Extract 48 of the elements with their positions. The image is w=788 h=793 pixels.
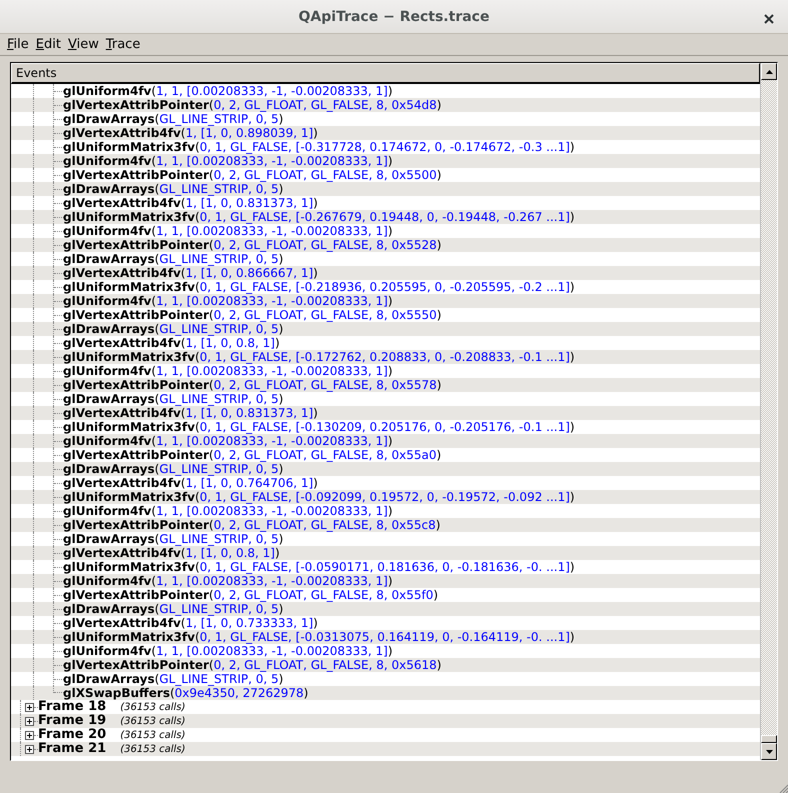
scroll-up-button[interactable]: [761, 63, 777, 80]
scroll-down-button[interactable]: [761, 743, 777, 760]
expand-icon[interactable]: [25, 702, 34, 712]
expand-icon[interactable]: [25, 716, 34, 726]
frame-label[interactable]: Frame 21: [38, 742, 106, 756]
call-entry[interactable]: glVertexAttribPointer(0, 2, GL_FLOAT, GL_FALSE, 8, 0x5500): [63, 168, 442, 182]
menu-item[interactable]: Edit: [32, 37, 65, 52]
menu-item[interactable]: View: [64, 37, 103, 52]
call-entry[interactable]: glVertexAttribPointer(0, 2, GL_FLOAT, GL_FALSE, 8, 0x55a0): [63, 448, 442, 462]
call-entry[interactable]: glVertexAttrib4fv(1, [1, 0, 0.764706, 1]): [63, 476, 318, 490]
menu-item[interactable]: Trace: [102, 37, 144, 52]
frame-label[interactable]: Frame 19: [38, 714, 106, 728]
call-entry[interactable]: glVertexAttrib4fv(1, [1, 0, 0.733333, 1]): [63, 616, 318, 630]
call-entry[interactable]: glVertexAttribPointer(0, 2, GL_FLOAT, GL_FALSE, 8, 0x55f0): [63, 588, 438, 602]
expand-icon[interactable]: [25, 744, 34, 754]
call-count: (36153 calls): [120, 716, 186, 726]
up-arrow-icon: [766, 70, 772, 74]
call-entry[interactable]: glUniform4fv(1, 1, [0.00208333, -1, -0.00208333, 1]): [63, 224, 393, 238]
call-count: (36153 calls): [120, 702, 186, 712]
window-title: QApiTrace − Rects.trace: [298, 8, 490, 24]
call-entry[interactable]: glUniform4fv(1, 1, [0.00208333, -1, -0.00208333, 1]): [63, 644, 393, 658]
call-count: (36153 calls): [120, 730, 186, 740]
call-entry[interactable]: glUniformMatrix3fv(0, 1, GL_FALSE, [-0.317728, 0.174672, 0, -0.174672, -0.3 ...1]): [63, 140, 575, 154]
column-header[interactable]: Events: [11, 63, 760, 84]
frame-label[interactable]: Frame 20: [38, 728, 106, 742]
frame-label[interactable]: Frame 18: [38, 700, 106, 714]
call-entry[interactable]: glUniform4fv(1, 1, [0.00208333, -1, -0.00208333, 1]): [63, 504, 393, 518]
close-icon[interactable]: [764, 14, 774, 24]
down-arrow-icon: [766, 750, 772, 754]
call-entry[interactable]: glUniformMatrix3fv(0, 1, GL_FALSE, [-0.218936, 0.205595, 0, -0.205595, -0.2 ...1]): [63, 280, 575, 294]
scroll-thumb[interactable]: [761, 735, 777, 743]
call-entry[interactable]: glUniform4fv(1, 1, [0.00208333, -1, -0.00208333, 1]): [63, 84, 393, 98]
call-entry[interactable]: glDrawArrays(GL_LINE_STRIP, 0, 5): [63, 392, 284, 406]
call-entry[interactable]: glUniformMatrix3fv(0, 1, GL_FALSE, [-0.130209, 0.205176, 0, -0.205176, -0.1 ...1]): [63, 420, 575, 434]
call-entry[interactable]: glDrawArrays(GL_LINE_STRIP, 0, 5): [63, 112, 284, 126]
resize-grip-icon[interactable]: [778, 783, 788, 793]
scrollbar[interactable]: [760, 63, 777, 760]
expand-icon[interactable]: [25, 730, 34, 740]
call-entry[interactable]: glUniformMatrix3fv(0, 1, GL_FALSE, [-0.0590171, 0.181636, 0, -0.181636, -0. ...1]): [63, 560, 575, 574]
menu-item[interactable]: File: [4, 37, 33, 52]
call-count: (36153 calls): [120, 744, 186, 754]
call-entry[interactable]: glVertexAttrib4fv(1, [1, 0, 0.8, 1]): [63, 336, 280, 350]
call-entry[interactable]: glDrawArrays(GL_LINE_STRIP, 0, 5): [63, 532, 284, 546]
call-entry[interactable]: glUniform4fv(1, 1, [0.00208333, -1, -0.00208333, 1]): [63, 364, 393, 378]
call-entry[interactable]: glDrawArrays(GL_LINE_STRIP, 0, 5): [63, 672, 284, 686]
call-entry[interactable]: glDrawArrays(GL_LINE_STRIP, 0, 5): [63, 252, 284, 266]
call-entry[interactable]: glVertexAttribPointer(0, 2, GL_FLOAT, GL_FALSE, 8, 0x5550): [63, 308, 442, 322]
call-entry[interactable]: glVertexAttrib4fv(1, [1, 0, 0.831373, 1]): [63, 196, 318, 210]
